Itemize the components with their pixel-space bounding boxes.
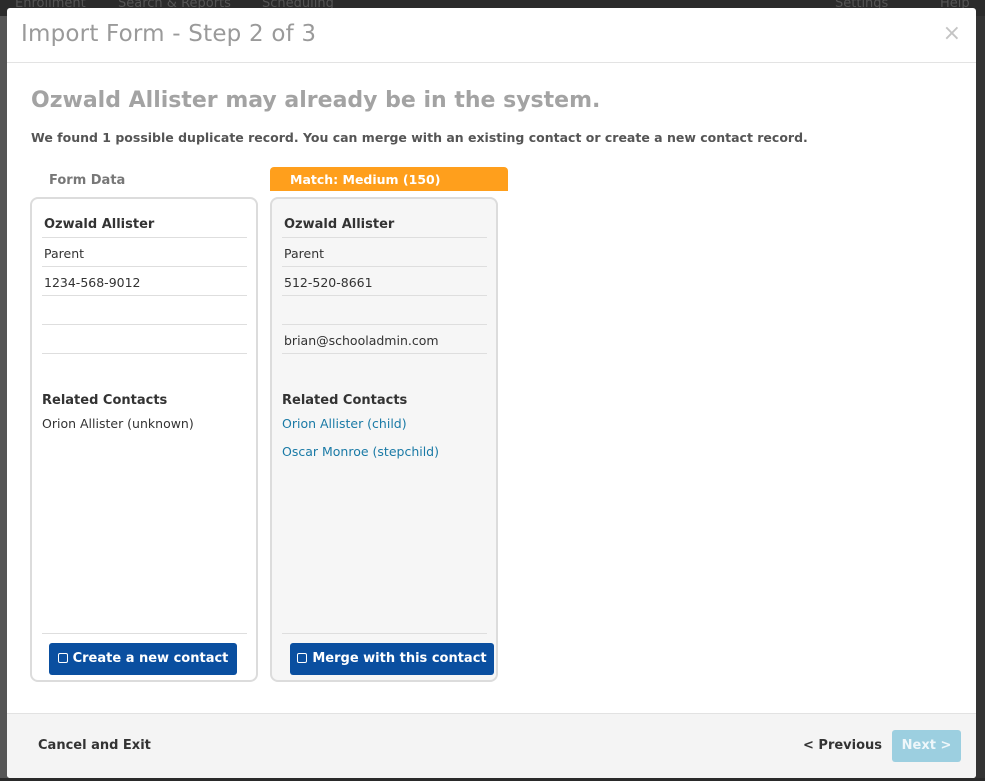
modal-title: Import Form - Step 2 of 3 (21, 21, 317, 47)
match-related-contacts-title: Related Contacts (282, 393, 408, 408)
match-email-field-row: brian@schooladmin.com (282, 325, 487, 354)
form-data-label: Form Data (49, 173, 126, 188)
background-right-edge (976, 16, 985, 781)
form-card-divider (42, 633, 247, 634)
form-related-contact: Orion Allister (unknown) (42, 416, 194, 431)
match-related-contact-link[interactable]: Oscar Monroe (stepchild) (282, 444, 439, 459)
duplicate-subtext: We found 1 possible duplicate record. Yo… (31, 130, 808, 145)
match-card-divider (282, 633, 487, 634)
form-field-5 (42, 325, 247, 354)
form-name-field: Ozwald Allister (42, 209, 247, 238)
close-icon[interactable]: × (943, 22, 961, 46)
match-name-field: Ozwald Allister (282, 209, 487, 238)
modal-header: Import Form - Step 2 of 3 × (7, 8, 976, 63)
create-new-contact-button[interactable]: Create a new contact (49, 643, 237, 675)
form-data-card: Ozwald Allister Parent 1234-568-9012 Rel… (30, 197, 258, 682)
merge-contact-label: Merge with this contact (312, 651, 487, 666)
form-field-4 (42, 296, 247, 325)
match-field-4 (282, 296, 487, 325)
create-new-contact-label: Create a new contact (72, 651, 229, 666)
next-button[interactable]: Next > (892, 730, 961, 762)
merge-contact-button[interactable]: Merge with this contact (290, 643, 494, 675)
match-related-contact-link[interactable]: Orion Allister (child) (282, 416, 407, 431)
cancel-and-exit-link[interactable]: Cancel and Exit (38, 738, 151, 753)
duplicate-heading: Ozwald Allister may already be in the sy… (31, 88, 601, 113)
previous-button[interactable]: < Previous (803, 738, 882, 753)
checkbox-icon (297, 653, 308, 663)
checkbox-icon (57, 653, 68, 663)
form-role-field: Parent (42, 238, 247, 267)
match-role-field: Parent (282, 238, 487, 267)
match-badge: Match: Medium (150) (270, 167, 508, 191)
modal-footer: Cancel and Exit < Previous Next > (7, 713, 976, 778)
import-form-modal: Import Form - Step 2 of 3 × Ozwald Allis… (7, 8, 976, 778)
form-phone-field: 1234-568-9012 (42, 267, 247, 296)
form-related-contacts-title: Related Contacts (42, 393, 168, 408)
match-phone-field: 512-520-8661 (282, 267, 487, 296)
match-card: Ozwald Allister Parent 512-520-8661 bria… (270, 197, 498, 682)
